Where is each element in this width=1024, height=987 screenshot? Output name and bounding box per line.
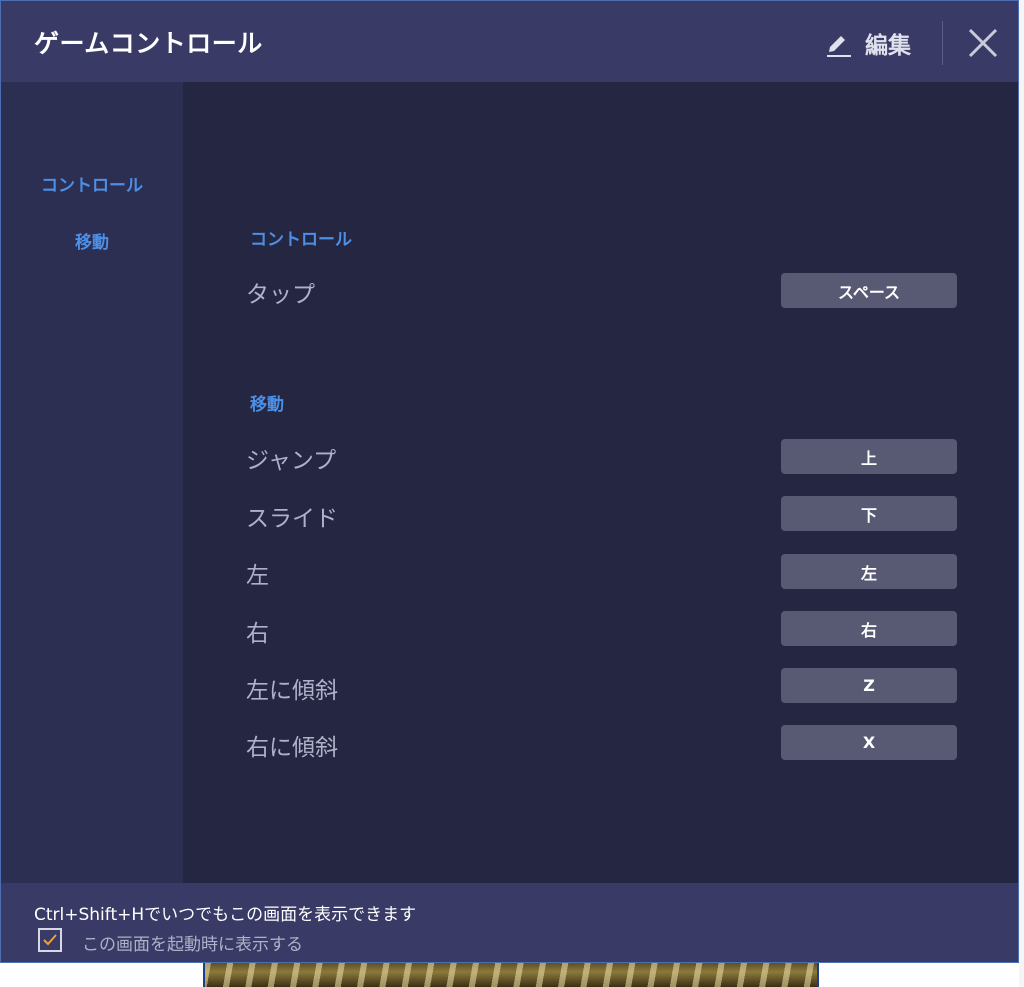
- close-icon: [968, 28, 998, 58]
- control-label-tilt-left: 左に傾斜: [246, 678, 338, 704]
- key-binding-tap[interactable]: スペース: [781, 273, 957, 308]
- shortcut-hint: Ctrl+Shift+Hでいつでもこの画面を表示できます: [34, 905, 417, 925]
- control-label-jump: ジャンプ: [246, 448, 337, 474]
- close-button[interactable]: [963, 23, 1003, 63]
- control-label-slide: スライド: [246, 506, 338, 532]
- background-window-edge: [1019, 0, 1024, 987]
- game-controls-dialog: ゲームコントロール 編集 コントロール 移動 コントロール タップ スペース 移…: [0, 0, 1019, 963]
- key-binding-tilt-right[interactable]: X: [781, 725, 957, 760]
- key-binding-jump[interactable]: 上: [781, 439, 957, 474]
- checkmark-icon: [43, 934, 57, 946]
- section-title-movement: 移動: [250, 395, 284, 415]
- control-label-left: 左: [246, 563, 269, 589]
- key-binding-tilt-left[interactable]: Z: [781, 668, 957, 703]
- sidebar-item-control[interactable]: コントロール: [1, 171, 183, 196]
- edit-button-label: 編集: [865, 33, 911, 59]
- background-game-view: [203, 962, 819, 987]
- key-binding-slide[interactable]: 下: [781, 496, 957, 531]
- control-label-tap: タップ: [246, 282, 315, 308]
- control-label-right: 右: [246, 621, 269, 647]
- section-title-control: コントロール: [250, 230, 352, 250]
- sidebar: コントロール 移動: [1, 82, 183, 883]
- show-on-startup-checkbox[interactable]: [38, 928, 62, 952]
- key-binding-left[interactable]: 左: [781, 554, 957, 589]
- edit-button[interactable]: 編集: [823, 23, 911, 63]
- control-label-tilt-right: 右に傾斜: [246, 735, 338, 761]
- controls-content: コントロール タップ スペース 移動 ジャンプ 上 スライド 下 左 左 右 右…: [183, 82, 1018, 883]
- dialog-footer: Ctrl+Shift+Hでいつでもこの画面を表示できます この画面を起動時に表示…: [1, 883, 1018, 962]
- dialog-titlebar: ゲームコントロール 編集: [1, 1, 1018, 82]
- dialog-title: ゲームコントロール: [34, 29, 263, 58]
- show-on-startup-label[interactable]: この画面を起動時に表示する: [82, 930, 303, 955]
- sidebar-item-movement[interactable]: 移動: [1, 228, 183, 253]
- pencil-icon: [827, 36, 851, 57]
- key-binding-right[interactable]: 右: [781, 611, 957, 646]
- titlebar-divider: [942, 21, 943, 65]
